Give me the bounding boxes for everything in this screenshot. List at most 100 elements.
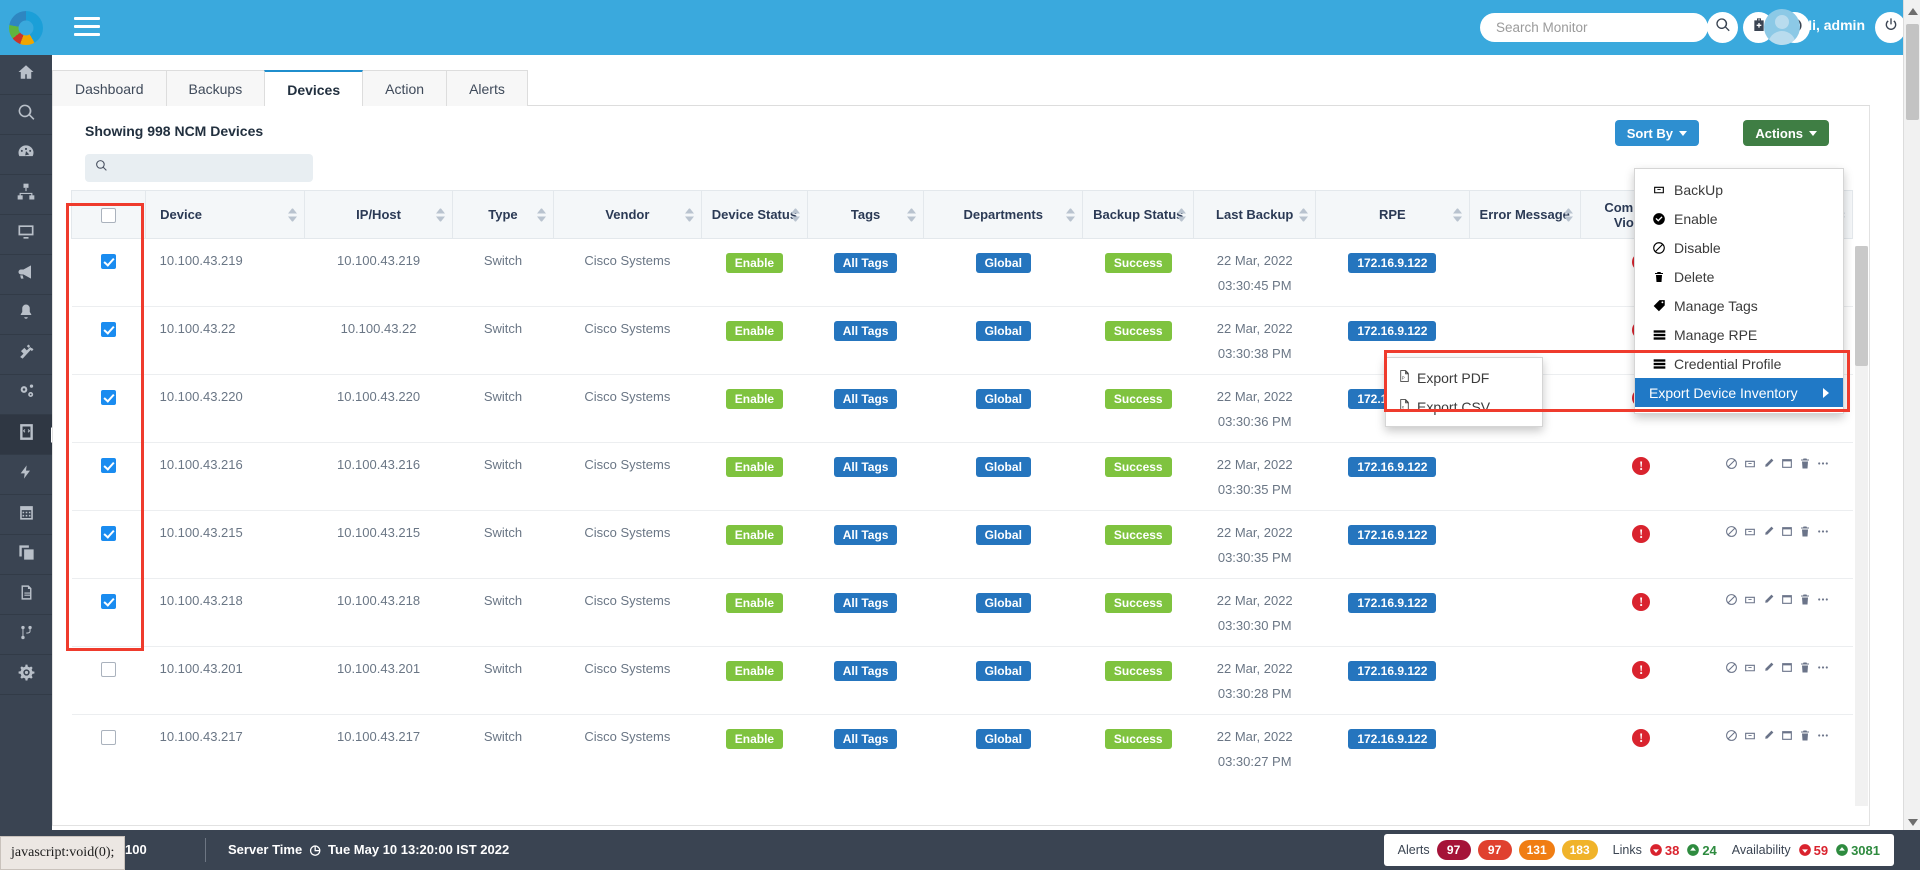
archive-icon[interactable] bbox=[1743, 661, 1757, 677]
archive-icon[interactable] bbox=[1743, 457, 1757, 473]
actions-button[interactable]: Actions bbox=[1743, 120, 1829, 146]
column-header-type[interactable]: Type bbox=[452, 190, 554, 239]
column-header-vendor[interactable]: Vendor bbox=[552, 190, 702, 239]
cell-row-actions[interactable] bbox=[1702, 714, 1853, 776]
alert-badge-major[interactable]: 97 bbox=[1477, 840, 1512, 860]
links-up-metric[interactable]: 24 bbox=[1686, 843, 1717, 858]
archive-icon[interactable] bbox=[1743, 593, 1757, 609]
row-select-cell[interactable] bbox=[71, 238, 146, 307]
table-row[interactable]: 10.100.43.218 10.100.43.218 Switch Cisco Sy… bbox=[71, 578, 1853, 647]
cell-row-actions[interactable] bbox=[1702, 442, 1853, 511]
tab-devices[interactable]: Devices bbox=[264, 70, 364, 107]
row-select-cell[interactable] bbox=[71, 442, 146, 511]
ellipsis-icon[interactable] bbox=[1816, 525, 1830, 541]
sort-by-button[interactable]: Sort By bbox=[1614, 120, 1699, 146]
table-row[interactable]: 10.100.43.22 10.100.43.22 Switch Cisco Syst… bbox=[71, 306, 1853, 375]
window-icon[interactable] bbox=[1780, 729, 1794, 745]
tab-backups[interactable]: Backups bbox=[165, 70, 266, 106]
table-row[interactable]: 10.100.43.219 10.100.43.219 Switch Cisco Sy… bbox=[71, 238, 1853, 307]
actions-menu-item-delete[interactable]: Delete bbox=[1635, 262, 1843, 291]
row-checkbox[interactable] bbox=[101, 526, 117, 542]
tab-alerts[interactable]: Alerts bbox=[446, 70, 528, 106]
sidebar-item-topology[interactable] bbox=[0, 175, 52, 215]
column-header-device-status[interactable]: Device Status bbox=[700, 190, 808, 239]
scroll-up-arrow-icon[interactable] bbox=[1908, 8, 1918, 15]
sidebar-item-schedule[interactable] bbox=[0, 495, 52, 535]
sidebar-item-dashboard[interactable] bbox=[0, 135, 52, 175]
sidebar-item-announcements[interactable] bbox=[0, 255, 52, 295]
sidebar-item-monitors[interactable] bbox=[0, 215, 52, 255]
cell-row-actions[interactable] bbox=[1702, 578, 1853, 647]
actions-menu-item-disable[interactable]: Disable bbox=[1635, 233, 1843, 262]
archive-icon[interactable] bbox=[1743, 525, 1757, 541]
ban-icon[interactable] bbox=[1725, 661, 1738, 677]
hamburger-menu-icon[interactable] bbox=[74, 17, 100, 41]
row-checkbox[interactable] bbox=[101, 458, 117, 474]
export-menu-item-export-pdf[interactable]: P Export PDF bbox=[1386, 363, 1542, 392]
pencil-icon[interactable] bbox=[1762, 729, 1775, 745]
alert-badge-minor[interactable]: 131 bbox=[1518, 840, 1555, 860]
table-vertical-scrollbar[interactable] bbox=[1855, 246, 1868, 806]
column-header-departments[interactable]: Departments bbox=[923, 190, 1084, 239]
ellipsis-icon[interactable] bbox=[1816, 729, 1830, 745]
trash-icon[interactable] bbox=[1799, 525, 1811, 541]
page-vertical-scrollbar[interactable] bbox=[1903, 0, 1920, 830]
actions-menu-item-enable[interactable]: Enable bbox=[1635, 204, 1843, 233]
sidebar-item-config-management[interactable] bbox=[0, 415, 59, 455]
table-search-input[interactable] bbox=[116, 159, 296, 177]
sidebar-item-home[interactable] bbox=[0, 55, 52, 95]
sidebar-item-settings[interactable] bbox=[0, 655, 52, 695]
ellipsis-icon[interactable] bbox=[1816, 593, 1830, 609]
ban-icon[interactable] bbox=[1725, 457, 1738, 473]
column-header-last-backup[interactable]: Last Backup bbox=[1193, 190, 1317, 239]
availability-down-metric[interactable]: 59 bbox=[1798, 843, 1828, 858]
column-header-rpe[interactable]: RPE bbox=[1315, 190, 1470, 239]
cell-row-actions[interactable] bbox=[1702, 510, 1853, 579]
row-select-cell[interactable] bbox=[71, 306, 146, 375]
ban-icon[interactable] bbox=[1725, 593, 1738, 609]
table-row[interactable]: 10.100.43.216 10.100.43.216 Switch Cisco Sy… bbox=[71, 442, 1853, 511]
row-select-cell[interactable] bbox=[71, 510, 146, 579]
row-checkbox[interactable] bbox=[101, 322, 117, 338]
row-checkbox[interactable] bbox=[101, 594, 117, 610]
tab-action[interactable]: Action bbox=[362, 70, 448, 106]
actions-menu-item-export-device-inventory[interactable]: Export Device Inventory bbox=[1635, 378, 1843, 407]
actions-dropdown-menu[interactable]: BackUp Enable Disable Delete Manage Tags Mana… bbox=[1634, 168, 1844, 414]
column-header-tags[interactable]: Tags bbox=[806, 190, 925, 239]
table-row[interactable]: 10.100.43.220 10.100.43.220 Switch Cisco Sy… bbox=[71, 374, 1853, 443]
actions-menu-item-manage-rpe[interactable]: Manage RPE bbox=[1635, 320, 1843, 349]
ban-icon[interactable] bbox=[1725, 525, 1738, 541]
column-header-ip-host[interactable]: IP/Host bbox=[303, 190, 454, 239]
window-icon[interactable] bbox=[1780, 457, 1794, 473]
sidebar-item-alerts[interactable] bbox=[0, 295, 52, 335]
column-header-error-message[interactable]: Error Message bbox=[1468, 190, 1581, 239]
sidebar-item-plug[interactable] bbox=[0, 335, 52, 375]
actions-menu-item-credential-profile[interactable]: Credential Profile bbox=[1635, 349, 1843, 378]
scrollbar-thumb[interactable] bbox=[1855, 246, 1868, 366]
sidebar-item-automation[interactable] bbox=[0, 375, 52, 415]
select-all-header[interactable] bbox=[71, 190, 147, 239]
row-select-cell[interactable] bbox=[71, 714, 146, 776]
window-icon[interactable] bbox=[1780, 661, 1794, 677]
alert-badge-warning[interactable]: 183 bbox=[1561, 840, 1598, 860]
trash-icon[interactable] bbox=[1799, 593, 1811, 609]
alert-badge-critical[interactable]: 97 bbox=[1436, 840, 1471, 860]
sidebar-item-compliance[interactable] bbox=[0, 615, 52, 655]
actions-menu-item-manage-tags[interactable]: Manage Tags bbox=[1635, 291, 1843, 320]
table-row[interactable]: 10.100.43.201 10.100.43.201 Switch Cisco Sy… bbox=[71, 646, 1853, 715]
row-checkbox[interactable] bbox=[101, 254, 117, 270]
pencil-icon[interactable] bbox=[1762, 593, 1775, 609]
pencil-icon[interactable] bbox=[1762, 661, 1775, 677]
pencil-icon[interactable] bbox=[1762, 457, 1775, 473]
scrollbar-thumb[interactable] bbox=[1906, 24, 1919, 120]
ban-icon[interactable] bbox=[1725, 729, 1738, 745]
row-checkbox[interactable] bbox=[101, 390, 117, 406]
trash-icon[interactable] bbox=[1799, 661, 1811, 677]
cell-row-actions[interactable] bbox=[1702, 646, 1853, 715]
trash-icon[interactable] bbox=[1799, 729, 1811, 745]
select-all-checkbox[interactable] bbox=[101, 207, 117, 223]
sidebar-item-workflow[interactable] bbox=[0, 455, 52, 495]
sidebar-item-search[interactable] bbox=[0, 95, 52, 135]
column-header-backup-status[interactable]: Backup Status bbox=[1082, 190, 1195, 239]
scroll-down-arrow-icon[interactable] bbox=[1908, 819, 1918, 826]
